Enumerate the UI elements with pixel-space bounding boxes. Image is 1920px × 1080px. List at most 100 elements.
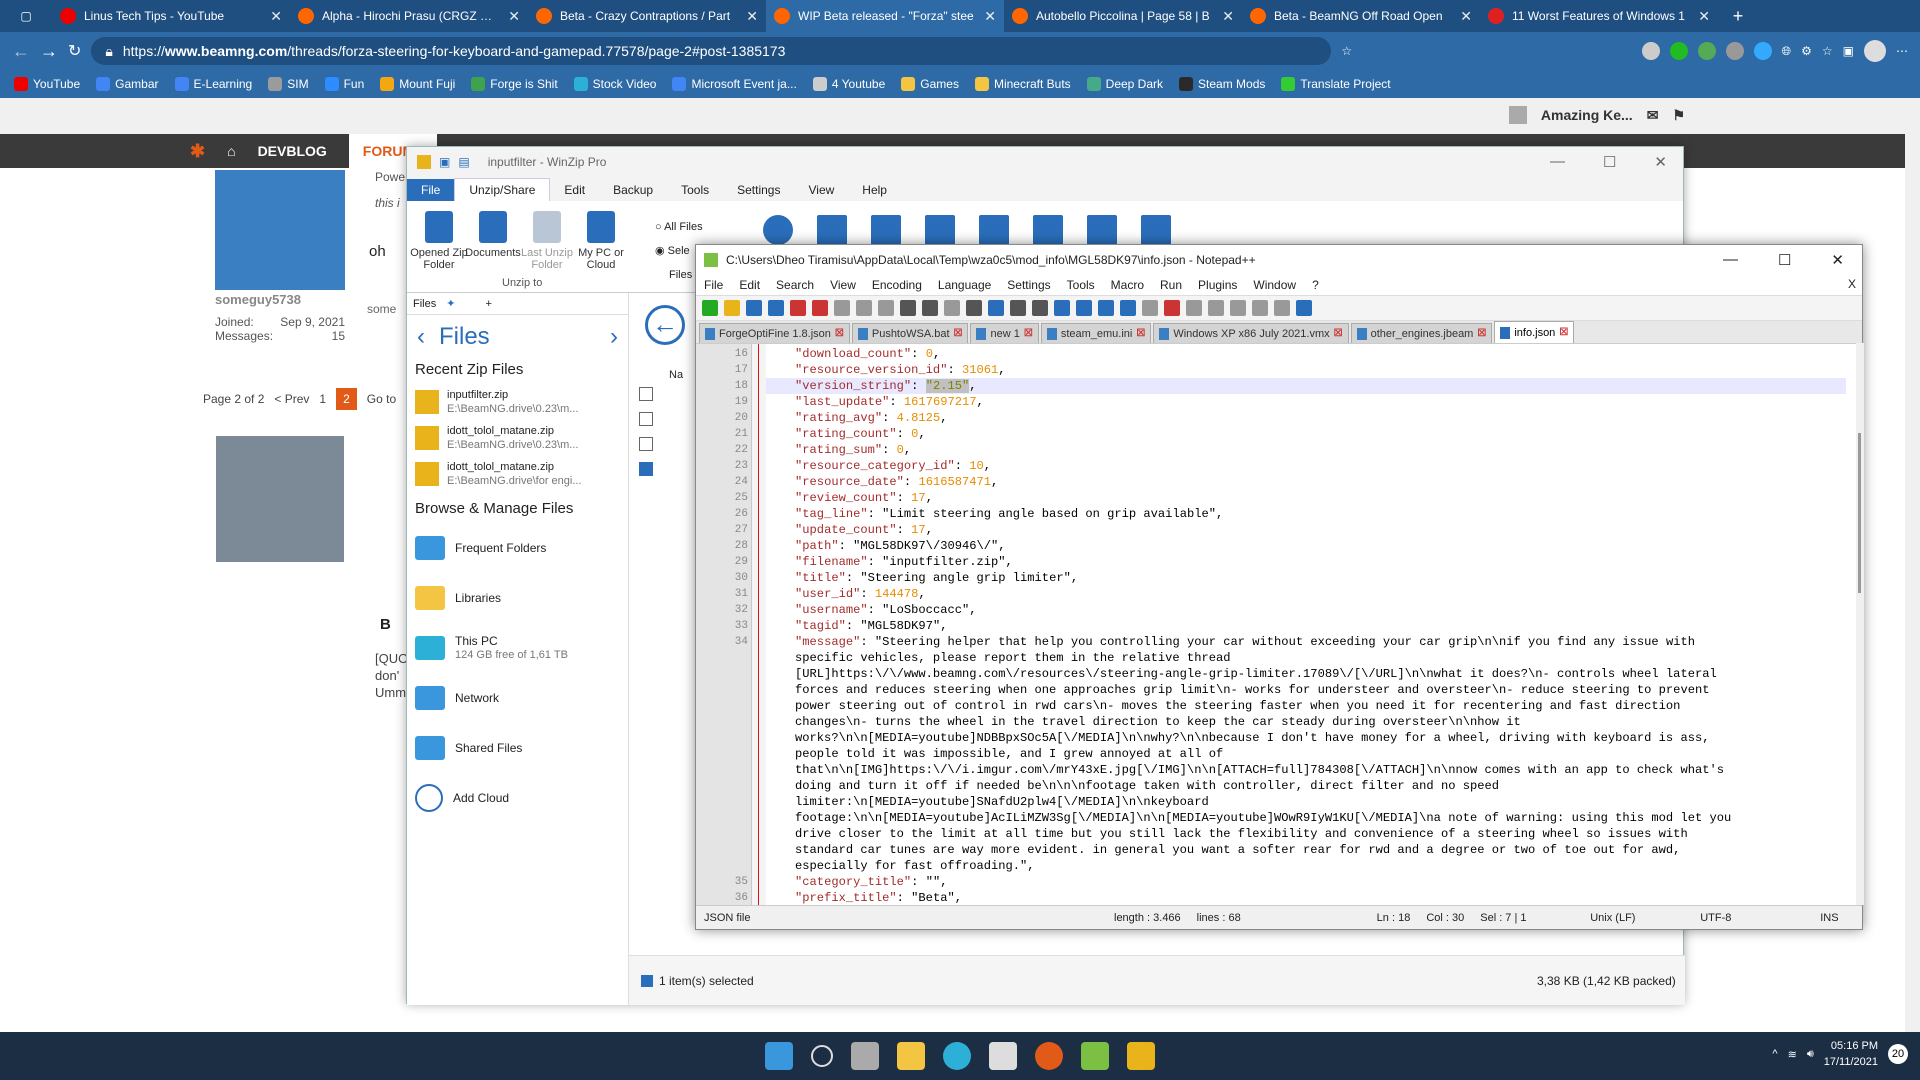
refresh-icon[interactable]: ↻: [68, 41, 81, 61]
convert-icon[interactable]: [1033, 215, 1063, 245]
clock[interactable]: 05:16 PM 17/11/2021: [1824, 1038, 1878, 1070]
tab-close-icon[interactable]: ✕: [1460, 8, 1472, 25]
toolbar-icon[interactable]: [1252, 300, 1268, 316]
bookmark-item[interactable]: E-Learning: [169, 77, 259, 91]
beamng-logo[interactable]: ✱: [190, 141, 205, 162]
browser-tab[interactable]: Autobello Piccolina | Page 58 | B ✕: [1004, 0, 1242, 32]
qat-icon[interactable]: ▤: [458, 155, 469, 169]
notepadpp-icon[interactable]: [1081, 1042, 1109, 1070]
reply-editor[interactable]: [QUO don' Umm: [375, 650, 408, 701]
recent-zip-item[interactable]: inputfilter.zip E:\BeamNG.drive\0.23\m...: [407, 384, 628, 420]
npp-menu-item[interactable]: ?: [1312, 278, 1319, 292]
browse-item[interactable]: Frequent Folders: [407, 523, 628, 573]
tab-close-icon[interactable]: ☒: [1477, 328, 1486, 339]
more-icon[interactable]: ⋯: [1896, 44, 1908, 58]
winzip-menu-item[interactable]: Settings: [723, 179, 794, 201]
save-icon[interactable]: ▣: [439, 155, 450, 169]
toolbar-icon[interactable]: [1296, 300, 1312, 316]
tab-close-icon[interactable]: ☒: [1334, 328, 1343, 339]
bookmark-item[interactable]: Mount Fuji: [374, 77, 461, 91]
browser-tab[interactable]: Linus Tech Tips - YouTube ✕: [52, 0, 290, 32]
toolbar-icon[interactable]: [1054, 300, 1070, 316]
bookmark-item[interactable]: Games: [895, 77, 965, 91]
goto-page[interactable]: Go to: [367, 392, 396, 406]
camera-icon[interactable]: [1087, 215, 1117, 245]
bookmark-item[interactable]: Deep Dark: [1081, 77, 1169, 91]
start-icon[interactable]: [765, 1042, 793, 1070]
extension-icon[interactable]: [1725, 42, 1744, 60]
search-icon[interactable]: [811, 1045, 833, 1067]
browser-tab[interactable]: 11 Worst Features of Windows 1 ✕: [1480, 0, 1718, 32]
chevron-left-icon[interactable]: ‹: [417, 323, 425, 351]
bookmark-item[interactable]: Forge is Shit: [465, 77, 563, 91]
close-button[interactable]: ✕: [1654, 153, 1667, 171]
toolbar-icon[interactable]: [900, 300, 916, 316]
bookmark-item[interactable]: Translate Project: [1275, 77, 1396, 91]
tab-close-icon[interactable]: ✕: [1698, 8, 1710, 25]
npp-menu-item[interactable]: View: [830, 278, 856, 292]
search-icon[interactable]: [763, 215, 793, 245]
npp-document-tab[interactable]: other_engines.jbeam ☒: [1350, 323, 1493, 343]
winzip-menu-item[interactable]: Backup: [599, 179, 667, 201]
bookmark-item[interactable]: 4 Youtube: [807, 77, 891, 91]
bookmark-item[interactable]: YouTube: [8, 77, 86, 91]
favorites-icon[interactable]: ☆: [1822, 44, 1833, 58]
tab-close-icon[interactable]: ☒: [1136, 328, 1145, 339]
back-arrow-icon[interactable]: ←: [645, 305, 685, 345]
status-checkbox[interactable]: [641, 975, 653, 987]
npp-menu-item[interactable]: Edit: [739, 278, 760, 292]
edge-icon[interactable]: [943, 1042, 971, 1070]
page-1-link[interactable]: 1: [319, 392, 326, 406]
inbox-icon[interactable]: ✉: [1647, 107, 1659, 124]
toolbar-icon[interactable]: [944, 300, 960, 316]
toolbar-icon[interactable]: [746, 300, 762, 316]
file-checkbox-checked[interactable]: [639, 462, 653, 476]
url-field[interactable]: 🔒︎ https://www.beamng.com/threads/forza-…: [91, 37, 1332, 65]
npp-menu-item[interactable]: Settings: [1007, 278, 1050, 292]
toolbar-icon[interactable]: [1230, 300, 1246, 316]
winzip-menu-item[interactable]: Help: [848, 179, 901, 201]
bold-button[interactable]: B: [380, 616, 391, 633]
npp-document-tab[interactable]: ForgeOptiFine 1.8.json ☒: [699, 323, 850, 343]
browser-tab[interactable]: Beta - BeamNG Off Road Open ✕: [1242, 0, 1480, 32]
npp-menu-item[interactable]: Window: [1253, 278, 1296, 292]
bookmark-item[interactable]: Fun: [319, 77, 371, 91]
tab-actions-button[interactable]: ▢: [0, 0, 52, 32]
forward-icon[interactable]: →: [40, 41, 58, 62]
toolbar-icon[interactable]: [856, 300, 872, 316]
new-tab-button[interactable]: +: [1718, 0, 1758, 32]
winzip-menu-item[interactable]: Edit: [550, 179, 599, 201]
file-checkbox[interactable]: [639, 437, 653, 451]
toolbar-icon[interactable]: [966, 300, 982, 316]
toolbar-icon[interactable]: [702, 300, 718, 316]
winzip-menu-item[interactable]: Unzip/Share: [454, 178, 551, 201]
npp-menu-item[interactable]: Run: [1160, 278, 1182, 292]
toolbar-icon[interactable]: [790, 300, 806, 316]
toolbar-icon[interactable]: [1010, 300, 1026, 316]
npp-document-tab[interactable]: Windows XP x86 July 2021.vmx ☒: [1153, 323, 1349, 343]
bookmark-item[interactable]: Steam Mods: [1173, 77, 1271, 91]
minimize-button[interactable]: —: [1550, 153, 1565, 171]
tab-close-icon[interactable]: ☒: [1024, 328, 1033, 339]
npp-menu-item[interactable]: Encoding: [872, 278, 922, 292]
browse-item[interactable]: Shared Files: [407, 723, 628, 773]
home-icon[interactable]: ⌂: [227, 143, 235, 159]
browse-item[interactable]: This PC 124 GB free of 1,61 TB: [407, 623, 628, 673]
recent-zip-item[interactable]: idott_tolol_matane.zip E:\BeamNG.drive\0.…: [407, 420, 628, 456]
all-files-radio[interactable]: ○ All Files: [655, 215, 703, 239]
opened-zip-folder-button[interactable]: Opened Zip Folder: [409, 211, 469, 271]
tab-close-icon[interactable]: ✕: [270, 8, 282, 25]
browser-tab[interactable]: WIP Beta released - "Forza" stee ✕: [766, 0, 1004, 32]
toolbar-icon[interactable]: [1032, 300, 1048, 316]
back-icon[interactable]: ←: [12, 41, 30, 62]
pane-tab-files[interactable]: Files: [413, 298, 436, 310]
browse-item[interactable]: Libraries: [407, 573, 628, 623]
toolbar-icon[interactable]: [1120, 300, 1136, 316]
wifi-icon[interactable]: ≋: [1788, 1048, 1797, 1061]
notification-badge[interactable]: 20: [1888, 1044, 1908, 1064]
backup-icon[interactable]: [979, 215, 1009, 245]
browser-tab[interactable]: Alpha - Hirochi Prasu (CRGZ Rev ✕: [290, 0, 528, 32]
bookmark-item[interactable]: Microsoft Event ja...: [666, 77, 802, 91]
npp-document-tab[interactable]: steam_emu.ini ☒: [1040, 323, 1152, 343]
nav-devblog[interactable]: DEVBLOG: [258, 143, 327, 159]
